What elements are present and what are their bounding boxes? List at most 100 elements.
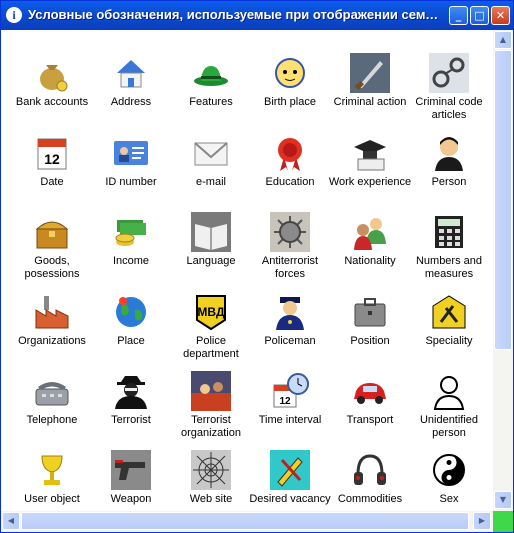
legend-item-label: Antiterrorist forces — [261, 255, 319, 280]
handcuffs-icon — [429, 53, 469, 93]
legend-item-label: Weapon — [110, 493, 152, 505]
trophy-icon — [32, 450, 72, 490]
baby-face-icon — [270, 53, 310, 93]
legend-item[interactable]: Nationality — [328, 212, 412, 268]
legend-item[interactable]: Desired vacancy — [248, 450, 332, 506]
graduation-cap-icon — [350, 133, 390, 173]
money-bag-icon — [32, 53, 72, 93]
legend-item-label: User object — [24, 493, 80, 505]
legend-item[interactable]: ID number — [89, 133, 173, 189]
calendar-icon: 12 — [32, 133, 72, 173]
legend-item-label: Language — [186, 255, 236, 267]
legend-item[interactable]: Unidentified person — [407, 371, 491, 440]
horizontal-scrollbar[interactable]: ◀ ▶ — [1, 511, 493, 532]
legend-item[interactable]: Person — [407, 133, 491, 189]
legend-item[interactable]: User object — [10, 450, 94, 506]
legend-item[interactable]: Numbers and measures — [407, 212, 491, 281]
legend-item[interactable]: Position — [328, 292, 412, 348]
legend-item[interactable]: Speciality — [407, 292, 491, 348]
legend-item[interactable]: Bank accounts — [10, 53, 94, 109]
legend-item[interactable]: MBД Police department — [169, 292, 253, 361]
legend-item-label: Income — [112, 255, 150, 267]
legend-item[interactable]: Criminal code articles — [407, 53, 491, 122]
maximize-button[interactable]: □ — [470, 6, 489, 25]
vertical-scrollbar[interactable]: ▲ ▼ — [493, 30, 513, 511]
legend-item[interactable]: Education — [248, 133, 332, 189]
legend-item-label: Date — [40, 176, 64, 188]
legend-item-label: Organizations — [18, 335, 86, 347]
legend-item-label: Desired vacancy — [249, 493, 331, 505]
legend-grid: Bank accounts Address Features Birth place C… — [1, 30, 493, 511]
legend-item-label: Police department — [183, 335, 239, 360]
people-icon — [350, 212, 390, 252]
legend-item-label: Web site — [189, 493, 233, 505]
legend-item-label: e-mail — [196, 176, 226, 188]
legend-item[interactable]: Sex — [407, 450, 491, 506]
unknown-person-icon — [429, 371, 469, 411]
legend-item[interactable]: Place — [89, 292, 173, 348]
legend-item[interactable]: Terrorist — [89, 371, 173, 427]
legend-item[interactable]: Antiterrorist forces — [248, 212, 332, 281]
legend-item[interactable]: Policeman — [248, 292, 332, 348]
scroll-left-button[interactable]: ◀ — [2, 512, 20, 530]
headphones-icon — [350, 450, 390, 490]
legend-item-label: ID number — [105, 176, 157, 188]
legend-item[interactable]: Web site — [169, 450, 253, 506]
svg-text:12: 12 — [279, 396, 291, 407]
info-icon[interactable]: i — [6, 7, 22, 23]
spider-web-icon — [191, 450, 231, 490]
shield-arrows-icon — [270, 212, 310, 252]
terrorist-organization-icon — [191, 371, 231, 411]
legend-item-label: Sex — [439, 493, 459, 505]
vertical-scroll-thumb[interactable] — [494, 50, 512, 350]
legend-item[interactable]: Income — [89, 212, 173, 268]
legend-item[interactable]: Weapon — [89, 450, 173, 506]
scroll-right-button[interactable]: ▶ — [473, 512, 491, 530]
police-badge-icon: MBД — [191, 292, 231, 332]
close-button[interactable]: ✕ — [491, 6, 510, 25]
globe-icon — [111, 292, 151, 332]
legend-item[interactable]: Commodities — [328, 450, 412, 506]
horizontal-scroll-thumb[interactable] — [21, 512, 469, 530]
person-icon — [429, 133, 469, 173]
legend-item[interactable]: e-mail — [169, 133, 253, 189]
legend-item-label: Unidentified person — [419, 414, 479, 439]
legend-item-label: Goods, posessions — [24, 255, 80, 280]
pencil-tools-icon — [270, 450, 310, 490]
scroll-up-button[interactable]: ▲ — [494, 31, 512, 49]
scroll-down-button[interactable]: ▼ — [494, 491, 512, 509]
legend-item-label: Time interval — [258, 414, 322, 426]
legend-item[interactable]: Organizations — [10, 292, 94, 348]
window-title: Условные обозначения, используемые при о… — [28, 7, 440, 22]
legend-item[interactable]: Language — [169, 212, 253, 268]
tools-icon — [429, 292, 469, 332]
legend-item[interactable]: Transport — [328, 371, 412, 427]
book-icon — [191, 212, 231, 252]
terrorist-icon — [111, 371, 151, 411]
legend-item-label: Telephone — [26, 414, 78, 426]
briefcase-icon — [350, 292, 390, 332]
legend-item[interactable]: Work experience — [328, 133, 412, 189]
knife-icon — [350, 53, 390, 93]
title-bar[interactable]: i Условные обозначения, используемые при… — [1, 1, 513, 30]
legend-item-label: Policeman — [264, 335, 316, 347]
legend-item[interactable]: Features — [169, 53, 253, 109]
legend-item[interactable]: Goods, posessions — [10, 212, 94, 281]
legend-item-label: Speciality — [425, 335, 473, 347]
legend-item[interactable]: Address — [89, 53, 173, 109]
diploma-seal-icon — [270, 133, 310, 173]
window: i Условные обозначения, используемые при… — [0, 0, 514, 533]
legend-item[interactable]: 12 Time interval — [248, 371, 332, 427]
legend-item[interactable]: Telephone — [10, 371, 94, 427]
legend-item[interactable]: 12 Date — [10, 133, 94, 189]
legend-item-label: Address — [110, 96, 152, 108]
legend-item[interactable]: Terrorist organization — [169, 371, 253, 440]
legend-item-label: Education — [265, 176, 315, 188]
pistol-icon — [111, 450, 151, 490]
legend-item[interactable]: Criminal action — [328, 53, 412, 109]
legend-item[interactable]: Birth place — [248, 53, 332, 109]
minimize-button[interactable]: _ — [449, 6, 468, 25]
legend-item-label: Features — [189, 96, 233, 108]
envelope-icon — [191, 133, 231, 173]
legend-item-label: Transport — [346, 414, 394, 426]
